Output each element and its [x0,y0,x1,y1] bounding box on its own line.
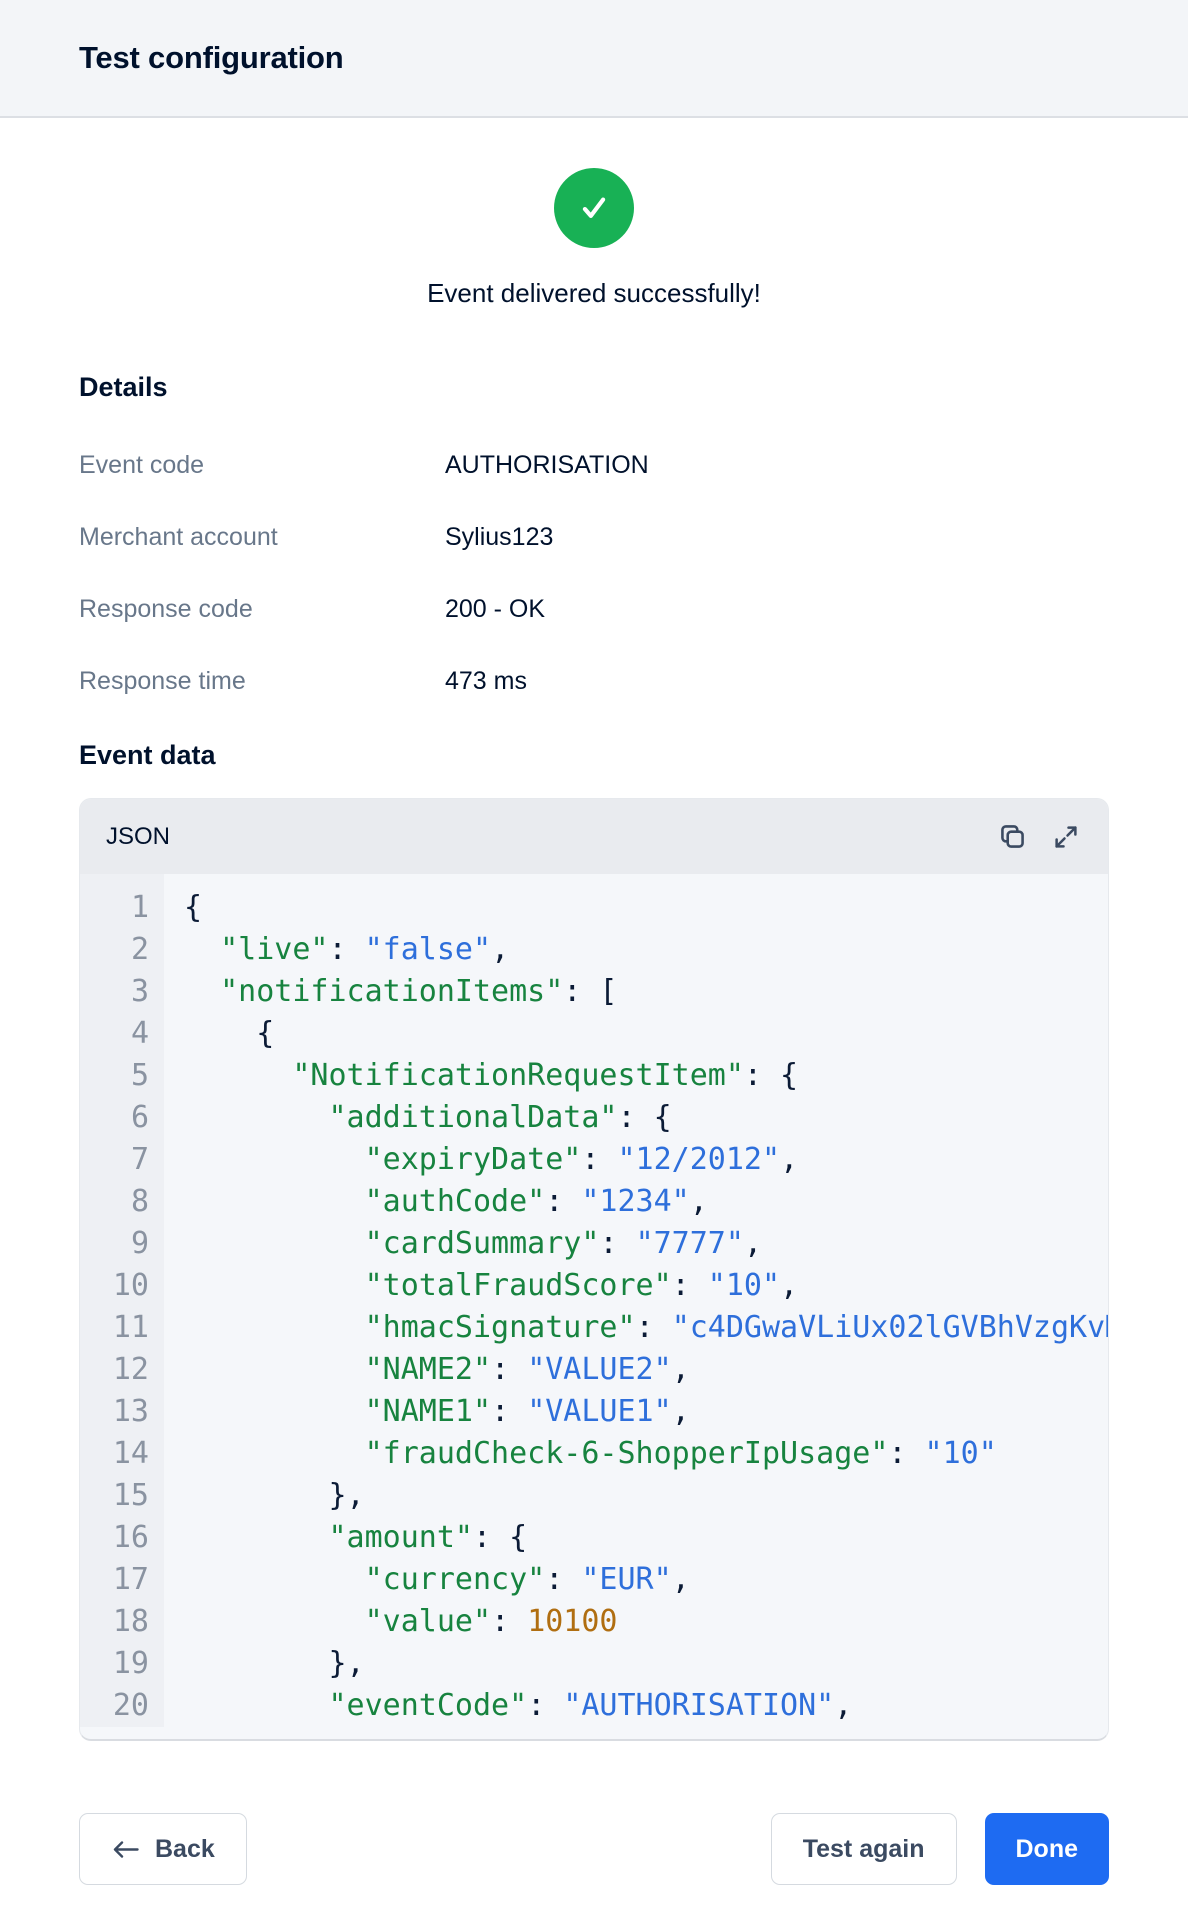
line-number: 15 [80,1475,149,1517]
code-line: 18 "value": 10100 [80,1601,1108,1643]
code-line: 5 "NotificationRequestItem": { [80,1055,1108,1097]
detail-label: Merchant account [79,523,445,552]
code-line: 10 "totalFraudScore": "10", [80,1265,1108,1307]
details-section: Details Event code AUTHORISATION Merchan… [0,371,1188,1741]
code-line: 9 "cardSummary": "7777", [80,1223,1108,1265]
copy-button[interactable] [996,821,1028,853]
back-arrow-icon [111,1837,140,1862]
detail-value: AUTHORISATION [445,451,649,480]
expand-button[interactable] [1050,821,1082,853]
detail-row-merchant-account: Merchant account Sylius123 [79,523,1109,552]
code-line: 17 "currency": "EUR", [80,1559,1108,1601]
line-number: 1 [80,887,149,929]
event-data-heading: Event data [79,739,1109,771]
json-format-label: JSON [106,823,170,851]
json-viewer: JSON [79,798,1109,1741]
code-lines: 1{2 "live": "false",3 "notificationItems… [80,874,1108,1727]
modal-header: Test configuration [0,0,1188,118]
details-heading: Details [79,371,1109,403]
code-line: 13 "NAME1": "VALUE1", [80,1391,1108,1433]
code-line: 3 "notificationItems": [ [80,971,1108,1013]
copy-icon [997,821,1028,852]
detail-value: Sylius123 [445,523,553,552]
line-number: 9 [80,1223,149,1265]
status-section: Event delivered successfully! [0,118,1188,308]
code-line: 16 "amount": { [80,1517,1108,1559]
back-button[interactable]: Back [79,1813,247,1885]
line-number: 4 [80,1013,149,1055]
back-button-label: Back [155,1835,215,1864]
detail-label: Response time [79,667,445,696]
line-number: 16 [80,1517,149,1559]
detail-row-response-time: Response time 473 ms [79,667,1109,696]
code-line: 14 "fraudCheck-6-ShopperIpUsage": "10" [80,1433,1108,1475]
detail-value: 200 - OK [445,595,545,624]
detail-row-event-code: Event code AUTHORISATION [79,451,1109,480]
expand-icon [1051,822,1081,852]
status-message: Event delivered successfully! [0,278,1188,308]
line-number: 17 [80,1559,149,1601]
code-line: 6 "additionalData": { [80,1097,1108,1139]
line-number: 19 [80,1643,149,1685]
done-button[interactable]: Done [985,1813,1110,1885]
line-number: 14 [80,1433,149,1475]
line-number: 8 [80,1181,149,1223]
code-line: 20 "eventCode": "AUTHORISATION", [80,1685,1108,1727]
line-number: 18 [80,1601,149,1643]
test-configuration-modal: Test configuration Event delivered succe… [0,0,1188,1908]
line-number: 5 [80,1055,149,1097]
code-line: 7 "expiryDate": "12/2012", [80,1139,1108,1181]
code-line: 19 }, [80,1643,1108,1685]
code-line: 8 "authCode": "1234", [80,1181,1108,1223]
test-again-button[interactable]: Test again [771,1813,957,1885]
line-number: 2 [80,929,149,971]
code-line: 4 { [80,1013,1108,1055]
line-number: 10 [80,1265,149,1307]
line-number: 11 [80,1307,149,1349]
code-line: 2 "live": "false", [80,929,1108,971]
detail-label: Response code [79,595,445,624]
code-line: 15 }, [80,1475,1108,1517]
line-number: 12 [80,1349,149,1391]
modal-footer: Back Test again Done [79,1813,1109,1885]
check-icon [573,187,615,229]
detail-row-response-code: Response code 200 - OK [79,595,1109,624]
json-viewer-header: JSON [80,799,1108,874]
page-title: Test configuration [79,40,344,76]
detail-value: 473 ms [445,667,527,696]
details-rows: Event code AUTHORISATION Merchant accoun… [79,451,1109,696]
line-number: 7 [80,1139,149,1181]
line-number: 13 [80,1391,149,1433]
json-viewer-actions [996,821,1082,853]
code-line: 1{ [80,887,1108,929]
line-number: 20 [80,1685,149,1727]
code-line: 12 "NAME2": "VALUE2", [80,1349,1108,1391]
line-number: 6 [80,1097,149,1139]
success-check-icon [554,168,634,248]
detail-label: Event code [79,451,445,480]
line-number: 3 [80,971,149,1013]
code-line: 11 "hmacSignature": "c4DGwaVLiUx02lGVBhV… [80,1307,1108,1349]
